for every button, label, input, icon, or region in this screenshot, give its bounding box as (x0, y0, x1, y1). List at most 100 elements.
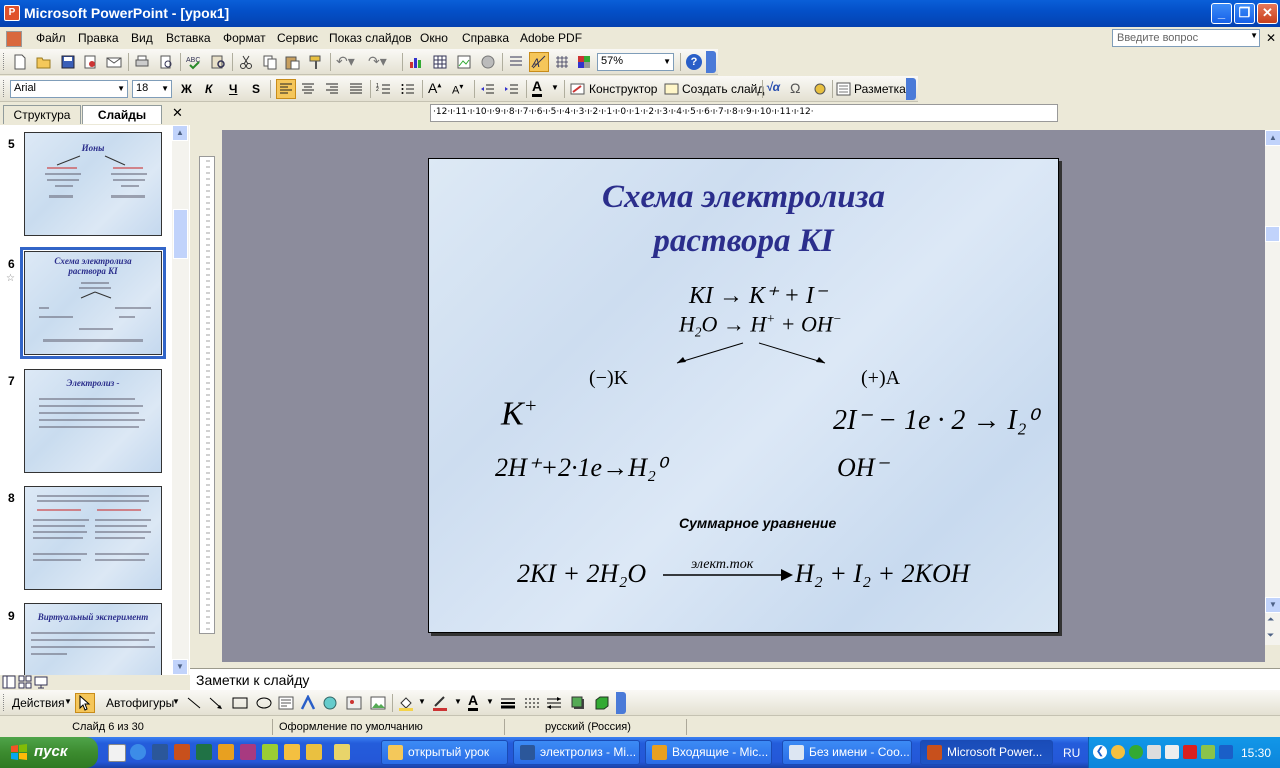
macro-icon[interactable] (812, 81, 828, 97)
research-icon[interactable] (210, 54, 226, 70)
task-powerpoint[interactable]: Microsoft Power... (920, 740, 1053, 765)
font-select[interactable]: Arial ▼ (10, 80, 128, 98)
chevron-down-icon[interactable]: ▼ (418, 697, 426, 706)
font-color-icon[interactable]: A (532, 79, 543, 97)
chevron-down-icon[interactable]: ▼ (486, 697, 494, 706)
open-folder-icon[interactable] (36, 54, 52, 70)
tray-antivirus-icon[interactable] (1183, 745, 1197, 759)
close-button[interactable]: ✕ (1257, 3, 1278, 24)
color-grayscale-icon[interactable] (576, 54, 592, 70)
fill-color-icon[interactable] (398, 695, 414, 711)
new-slide-button[interactable]: Создать слайд (682, 82, 764, 96)
scroll-up-icon[interactable]: ▲ (172, 125, 188, 141)
summary-label[interactable]: Суммарное уравнение (679, 515, 836, 531)
chevron-down-icon[interactable]: ▼ (1250, 31, 1258, 40)
chevron-down-icon[interactable]: ▼ (454, 697, 462, 706)
notes-pane[interactable]: Заметки к слайду (190, 668, 1280, 691)
font-size-select[interactable]: 18 ▼ (132, 80, 172, 98)
equation-icon[interactable]: √α (766, 80, 780, 94)
scroll-down-icon[interactable]: ▼ (1265, 597, 1280, 613)
toolbar-grip[interactable] (3, 694, 7, 711)
menu-edit[interactable]: Правка (78, 31, 119, 45)
line-icon[interactable] (186, 695, 202, 711)
dissociation-water[interactable]: H2O → H+ + OH− (679, 311, 842, 341)
menu-help[interactable]: Справка (462, 31, 509, 45)
toolbar-options-icon[interactable] (906, 78, 916, 100)
autoshapes-menu[interactable]: Автофигуры (106, 696, 174, 710)
tray-icq-icon[interactable] (1129, 745, 1143, 759)
chevron-down-icon[interactable]: ▼ (663, 57, 671, 66)
cut-icon[interactable] (238, 54, 254, 70)
tab-slides[interactable]: Слайды (82, 105, 162, 124)
tray-network-icon[interactable] (1147, 745, 1161, 759)
menu-file[interactable]: Файл (36, 31, 66, 45)
anode-reaction[interactable]: 2I⁻ − 1e · 2 → I₂⁰ (833, 403, 1038, 437)
slide-canvas[interactable]: Схема электролиза раствора KI KI → K⁺ + … (428, 158, 1059, 633)
bullets-icon[interactable] (400, 81, 416, 97)
menu-window[interactable]: Окно (420, 31, 448, 45)
designer-icon[interactable] (570, 81, 586, 97)
increase-indent-icon[interactable] (504, 81, 520, 97)
task-untitled-message[interactable]: Без имени - Соо... (782, 740, 912, 765)
justify-icon[interactable] (348, 81, 364, 97)
rectangle-icon[interactable] (232, 695, 248, 711)
tab-outline[interactable]: Структура (3, 105, 81, 124)
decrease-font-icon[interactable]: A▾ (452, 82, 463, 97)
slide-sorter-icon[interactable] (18, 675, 32, 689)
language-indicator[interactable]: RU (1063, 746, 1080, 760)
align-right-icon[interactable] (324, 81, 340, 97)
toolbar-grip[interactable] (3, 80, 7, 97)
spelling-icon[interactable]: ABC (186, 54, 202, 70)
line-color-icon[interactable] (432, 695, 448, 711)
align-center-icon[interactable] (300, 81, 316, 97)
folder-icon[interactable] (284, 744, 300, 760)
close-doc-icon[interactable]: ✕ (1266, 31, 1276, 45)
archive-icon[interactable] (334, 744, 350, 760)
slide-thumbnail-6[interactable]: Схема электролиза раствора KI (24, 251, 162, 355)
tray-update-icon[interactable] (1201, 745, 1215, 759)
layout-button[interactable]: Разметка (854, 82, 906, 96)
zoom-select[interactable]: 57% ▼ (597, 53, 674, 71)
insert-chart-icon[interactable] (408, 54, 424, 70)
task-inbox[interactable]: Входящие - Mic... (645, 740, 772, 765)
cathode-reaction[interactable]: 2H⁺+2·1e→H₂⁰ (495, 453, 666, 483)
save-icon[interactable] (60, 54, 76, 70)
chevron-down-icon[interactable]: ▼ (64, 697, 72, 706)
menu-tools[interactable]: Сервис (277, 31, 318, 45)
insert-diagram-icon[interactable] (480, 54, 496, 70)
scroll-down-icon[interactable]: ▼ (172, 659, 188, 675)
slide-thumbnail-7[interactable]: Электролиз - (24, 369, 162, 473)
scroll-up-icon[interactable]: ▲ (1265, 130, 1280, 146)
menu-insert[interactable]: Вставка (166, 31, 211, 45)
outlook-icon[interactable] (218, 744, 234, 760)
scroll-thumb[interactable] (173, 209, 188, 259)
slide-scrollbar[interactable]: ▲ ▼ ⏶ ⏷ (1265, 130, 1280, 645)
restore-button[interactable]: ❐ (1234, 3, 1255, 24)
show-desktop-icon[interactable] (108, 744, 126, 762)
slide-title-line2[interactable]: раствора KI (429, 223, 1058, 260)
powerpoint-app-icon[interactable]: P (4, 5, 20, 21)
new-slide-icon[interactable] (664, 81, 680, 97)
layout-icon[interactable] (836, 81, 852, 97)
toolbar-options-icon[interactable] (616, 692, 626, 714)
grid-icon[interactable] (554, 54, 570, 70)
line-style-icon[interactable] (500, 695, 516, 711)
normal-view-icon[interactable] (2, 675, 16, 689)
expand-all-icon[interactable] (508, 54, 524, 70)
start-button[interactable]: пуск (0, 737, 98, 768)
dissociation-ki[interactable]: KI → K⁺ + I⁻ (689, 281, 827, 310)
shadow-style-icon[interactable] (570, 695, 586, 711)
diagram-icon[interactable] (322, 695, 338, 711)
slideshow-icon[interactable] (34, 675, 48, 689)
next-slide-icon[interactable]: ⏷ (1267, 630, 1274, 641)
menu-format[interactable]: Формат (223, 31, 266, 45)
task-electrolysis[interactable]: электролиз - Mi... (513, 740, 640, 765)
anode-label[interactable]: (+)A (861, 367, 900, 390)
document-icon[interactable] (6, 31, 22, 47)
symbol-omega-icon[interactable]: Ω (790, 80, 800, 96)
insert-table-icon[interactable] (432, 54, 448, 70)
messenger-icon[interactable] (306, 744, 322, 760)
excel-icon[interactable] (196, 744, 212, 760)
menu-slideshow[interactable]: Показ слайдов (329, 31, 412, 45)
word-icon[interactable] (152, 744, 168, 760)
